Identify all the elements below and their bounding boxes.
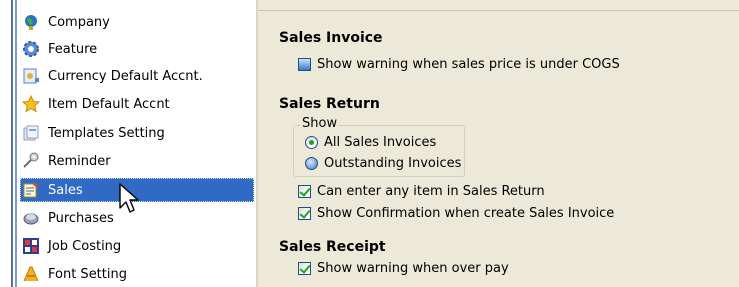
reminder-icon [22, 152, 40, 170]
purchases-icon [22, 209, 40, 227]
nav-item-reminder[interactable]: Reminder [20, 149, 254, 173]
can-enter-item-checkbox[interactable] [298, 185, 311, 198]
nav-label-item-default-accnt: Item Default Accnt [48, 96, 170, 112]
nav-item-currency-default-accnt[interactable]: Currency Default Accnt. [20, 64, 254, 88]
nav-item-company[interactable]: Company [20, 10, 254, 34]
globe-icon [22, 13, 40, 31]
star-icon [21, 94, 41, 113]
over-pay-warning-checkbox[interactable] [298, 262, 311, 275]
radio-all-sales-invoices[interactable]: All Sales Invoices [305, 135, 436, 150]
radio-all-sales-invoices-label: All Sales Invoices [324, 135, 437, 150]
nav-label-templates-setting: Templates Setting [48, 125, 165, 141]
nav-item-font-setting[interactable]: Font Setting [20, 262, 254, 286]
mouse-pointer-icon [119, 183, 139, 213]
show-confirmation-option[interactable]: Show Confirmation when create Sales Invo… [298, 206, 614, 221]
can-enter-item-label: Can enter any item in Sales Return [317, 184, 545, 199]
sales-return-title: Sales Return [279, 96, 380, 112]
grid-icon [22, 237, 40, 255]
nav-item-job-costing[interactable]: Job Costing [20, 234, 254, 258]
radio-outstanding-invoices-label: Outstanding Invoices [324, 156, 462, 171]
nav-label-purchases: Purchases [48, 210, 114, 226]
nav-label-job-costing: Job Costing [48, 238, 122, 254]
show-groupbox-label: Show [300, 116, 340, 131]
sales-icon [22, 181, 40, 199]
sales-receipt-title: Sales Receipt [279, 239, 386, 255]
nav-item-templates-setting[interactable]: Templates Setting [20, 121, 254, 145]
nav-label-company: Company [48, 14, 110, 30]
over-pay-warning-option[interactable]: Show warning when over pay [298, 261, 509, 276]
gear-icon [22, 40, 40, 58]
nav-label-font-setting: Font Setting [48, 266, 127, 282]
nav-label-sales: Sales [48, 182, 83, 198]
nav-edge [11, 0, 13, 287]
nav-label-feature: Feature [48, 41, 98, 57]
show-confirmation-checkbox[interactable] [298, 207, 311, 220]
radio-outstanding-invoices-button[interactable] [305, 157, 318, 170]
nav-label-currency-default-accnt: Currency Default Accnt. [48, 68, 203, 84]
sales-invoice-warning-checkbox[interactable] [298, 58, 311, 71]
templates-icon [22, 124, 40, 142]
sales-invoice-title: Sales Invoice [279, 30, 383, 46]
nav-edge-highlight [15, 0, 17, 287]
currency-document-icon [22, 67, 40, 85]
font-icon [22, 265, 40, 283]
panel-top-border [258, 10, 739, 11]
settings-nav: Company Feature Currency Default Accnt. … [0, 0, 256, 287]
nav-item-feature[interactable]: Feature [20, 37, 254, 61]
over-pay-warning-label: Show warning when over pay [317, 261, 509, 276]
sales-invoice-warning-option[interactable]: Show warning when sales price is under C… [298, 57, 620, 72]
radio-all-sales-invoices-button[interactable] [305, 136, 318, 149]
can-enter-item-option[interactable]: Can enter any item in Sales Return [298, 184, 545, 199]
show-confirmation-label: Show Confirmation when create Sales Invo… [317, 206, 615, 221]
nav-label-reminder: Reminder [48, 153, 111, 169]
sales-invoice-warning-label: Show warning when sales price is under C… [317, 57, 620, 72]
nav-item-item-default-accnt[interactable]: Item Default Accnt [20, 92, 254, 116]
radio-outstanding-invoices[interactable]: Outstanding Invoices [305, 156, 461, 171]
